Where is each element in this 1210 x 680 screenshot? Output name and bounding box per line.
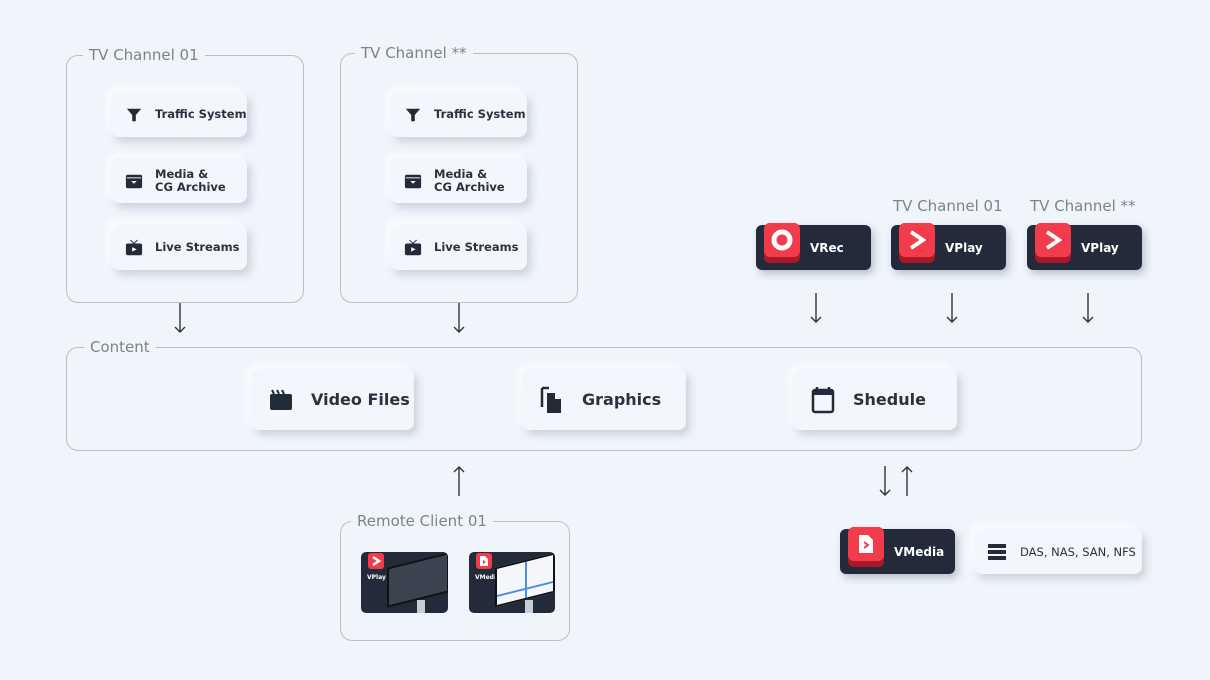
tv-icon xyxy=(125,239,143,257)
arrow-down-icon xyxy=(453,302,465,334)
arrow-down-icon xyxy=(946,292,958,324)
app-label: VRec xyxy=(810,240,844,255)
card-label: Media & CG Archive xyxy=(155,166,226,194)
vmedia-icon xyxy=(476,553,492,569)
tv-icon xyxy=(404,239,422,257)
arrow-down-icon xyxy=(174,302,186,334)
app-label: VPlay xyxy=(1081,240,1119,255)
media-archive-card[interactable]: Media & CG Archive xyxy=(390,158,527,203)
live-streams-card[interactable]: Live Streams xyxy=(111,225,247,270)
arrow-down-icon xyxy=(879,465,891,497)
vplay-client-thumbnail[interactable]: VPlay xyxy=(361,552,448,613)
group-title: TV Channel 01 xyxy=(83,46,205,64)
filter-icon xyxy=(125,106,143,124)
vplay-icon xyxy=(368,553,384,569)
group-title: TV Channel ** xyxy=(355,44,473,62)
group-title: Remote Client 01 xyxy=(351,512,493,530)
media-archive-card[interactable]: Media & CG Archive xyxy=(111,158,247,203)
storage-card[interactable]: DAS, NAS, SAN, NFS xyxy=(974,529,1142,574)
app-label: VMedia xyxy=(894,544,945,559)
filter-icon xyxy=(404,106,422,124)
calendar-icon xyxy=(811,386,835,413)
vmedia-app[interactable]: VMedia xyxy=(840,527,955,574)
vrec-app[interactable]: VRec xyxy=(756,223,871,270)
arrow-up-icon xyxy=(901,465,913,497)
vplay-channel-01-app[interactable]: VPlay xyxy=(891,223,1006,270)
card-label: Traffic System xyxy=(155,107,247,121)
vplay-icon xyxy=(1035,223,1071,263)
server-icon xyxy=(988,543,1006,560)
vplay2-channel-label: TV Channel ** xyxy=(1030,197,1136,215)
card-label: DAS, NAS, SAN, NFS xyxy=(1020,544,1136,559)
card-label: Shedule xyxy=(853,390,926,409)
vplay-icon xyxy=(899,223,935,263)
traffic-system-card[interactable]: Traffic System xyxy=(111,92,247,137)
card-label: Graphics xyxy=(582,390,662,409)
monitor-stand xyxy=(525,600,533,613)
app-label: VPlay xyxy=(945,240,983,255)
arrow-down-icon xyxy=(810,292,822,324)
card-label: Live Streams xyxy=(155,240,240,254)
arrow-down-icon xyxy=(1082,292,1094,324)
app-label: VPlay xyxy=(367,574,386,581)
schedule-card[interactable]: Shedule xyxy=(793,369,957,430)
video-files-card[interactable]: Video Files xyxy=(251,369,414,430)
card-label: Video Files xyxy=(311,390,410,409)
clapperboard-icon xyxy=(270,389,292,410)
card-label: Traffic System xyxy=(434,107,526,121)
graphics-card[interactable]: Graphics xyxy=(522,369,686,430)
archive-icon xyxy=(404,172,422,190)
files-icon xyxy=(540,386,561,413)
group-title: Content xyxy=(84,338,156,356)
vrec-icon xyxy=(764,223,800,263)
arrow-up-icon xyxy=(453,465,465,497)
card-label: Media & CG Archive xyxy=(434,166,505,194)
vplay-channel-star-app[interactable]: VPlay xyxy=(1027,223,1142,270)
card-label: Live Streams xyxy=(434,240,519,254)
vmedia-icon xyxy=(848,527,884,567)
vmedia-client-thumbnail[interactable]: VMedia xyxy=(469,552,555,613)
archive-icon xyxy=(125,172,143,190)
live-streams-card[interactable]: Live Streams xyxy=(390,225,527,270)
vplay1-channel-label: TV Channel 01 xyxy=(893,197,1003,215)
monitor-stand xyxy=(417,600,425,613)
traffic-system-card[interactable]: Traffic System xyxy=(390,92,527,137)
